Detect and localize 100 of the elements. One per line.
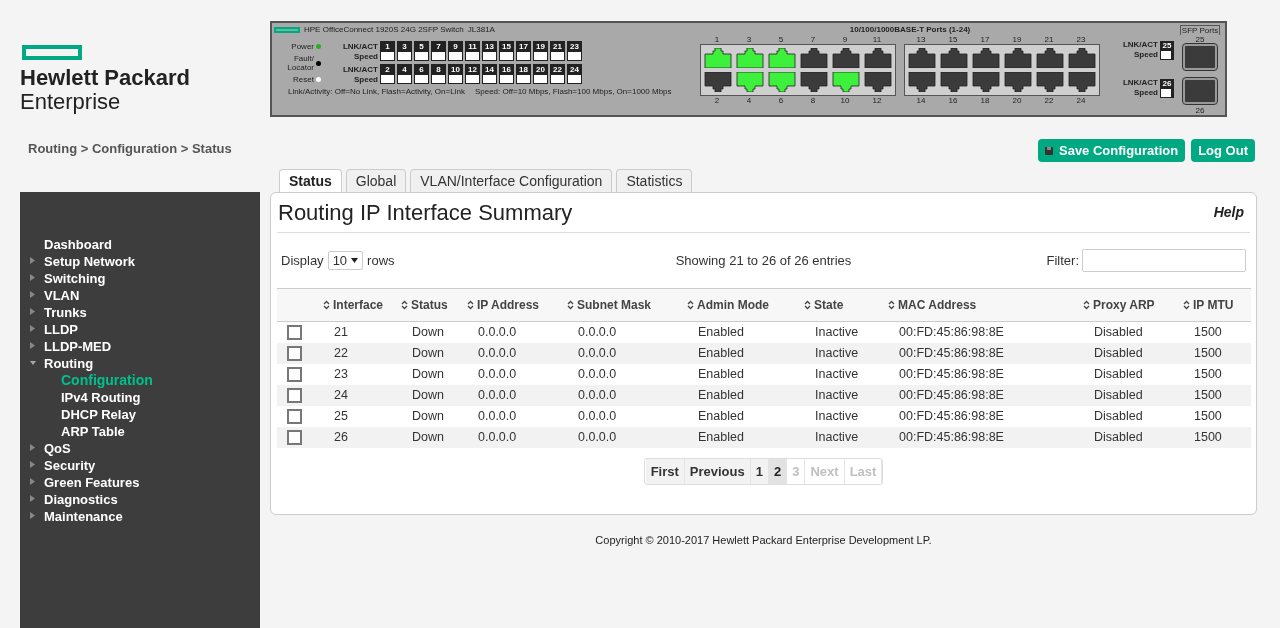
port-indicator: 23 <box>567 41 582 52</box>
table-cell: 1500 <box>1194 388 1222 403</box>
speed-led-icon <box>466 52 479 60</box>
column-header[interactable]: IP Address <box>467 296 567 314</box>
row-checkbox[interactable] <box>287 346 302 361</box>
speed-led-icon <box>1161 88 1171 97</box>
indicator-label: LNK/ACT <box>1122 40 1158 50</box>
row-checkbox[interactable] <box>287 430 302 445</box>
table-cell: 0.0.0.0 <box>478 388 517 403</box>
sidebar-subitem[interactable]: IPv4 Routing <box>61 389 141 406</box>
legend-text: Link/Activity: Off=No Link, Flash=Activity, On=Link <box>288 86 465 98</box>
entries-info: Showing 21 to 26 of 26 entries <box>675 251 852 270</box>
port-indicator: 22 <box>550 64 565 75</box>
column-header[interactable]: Interface <box>323 296 401 314</box>
page-title: Routing IP Interface Summary <box>278 200 573 226</box>
tab[interactable]: VLAN/Interface Configuration <box>410 169 613 192</box>
port-number: 5 <box>777 35 785 44</box>
port-number: 17 <box>979 35 991 44</box>
filter-field[interactable] <box>1082 249 1246 272</box>
sidebar-item[interactable]: LLDP <box>44 321 78 338</box>
speed-led-icon <box>483 75 496 83</box>
speed-led-icon <box>1161 50 1171 59</box>
sidebar-subitem[interactable]: ARP Table <box>61 423 125 440</box>
table-cell: 0.0.0.0 <box>578 388 617 403</box>
sidebar-item[interactable]: Routing <box>44 355 94 372</box>
port-indicator: 18 <box>516 64 531 75</box>
sort-icon <box>1183 300 1190 310</box>
sidebar-item[interactable]: Green Features <box>44 474 140 491</box>
table-cell: 26 <box>334 430 348 445</box>
sidebar-item[interactable]: Security <box>44 457 96 474</box>
table-cell: 00:FD:45:86:98:8E <box>899 325 1004 340</box>
speed-led-icon <box>381 75 394 83</box>
sidebar-item[interactable]: Trunks <box>44 304 87 321</box>
port-number: 23 <box>1075 35 1087 44</box>
pagination-button[interactable]: Previous <box>684 459 751 484</box>
port-number: 3 <box>745 35 753 44</box>
sidebar-item[interactable]: Maintenance <box>44 508 123 525</box>
speed-led-icon <box>534 52 547 60</box>
sidebar-item[interactable]: Diagnostics <box>44 491 118 508</box>
table-cell: Disabled <box>1094 325 1143 340</box>
rows-select[interactable]: 10 <box>327 251 364 270</box>
indicator-label: Speed <box>1134 50 1158 60</box>
row-checkbox[interactable] <box>287 409 302 424</box>
row-checkbox[interactable] <box>287 367 302 382</box>
table-cell: Disabled <box>1094 346 1143 361</box>
speed-led-icon <box>415 52 428 60</box>
column-header[interactable]: State <box>804 296 888 314</box>
port-number: 19 <box>1011 35 1023 44</box>
speed-led-icon <box>415 75 428 83</box>
port-number: 1 <box>713 35 721 44</box>
column-header[interactable]: Subnet Mask <box>567 296 687 314</box>
pagination-button[interactable]: First <box>645 459 685 484</box>
sidebar-item[interactable]: Setup Network <box>44 253 135 270</box>
table-cell: 22 <box>334 346 348 361</box>
row-checkbox[interactable] <box>287 388 302 403</box>
port-number: 26 <box>1195 106 1205 115</box>
table-cell: 0.0.0.0 <box>578 430 617 445</box>
port-number: 9 <box>841 35 849 44</box>
table-cell: Disabled <box>1094 409 1143 424</box>
breadcrumb: Routing > Configuration > Status <box>28 140 232 158</box>
port-indicator: 19 <box>533 41 548 52</box>
table-cell: 24 <box>334 388 348 403</box>
sidebar-item[interactable]: LLDP-MED <box>44 338 112 355</box>
column-header[interactable]: MAC Address <box>888 296 1083 314</box>
sidebar-subitem[interactable]: Configuration <box>61 372 153 389</box>
speed-led-icon <box>449 52 462 60</box>
help-link[interactable]: Help <box>1213 202 1244 223</box>
led-label: Power <box>290 42 314 51</box>
column-header[interactable]: IP MTU <box>1183 296 1251 314</box>
table-cell: Enabled <box>698 325 744 340</box>
column-header[interactable]: Admin Mode <box>687 296 804 314</box>
tab[interactable]: Status <box>279 169 342 192</box>
sidebar-item[interactable]: Switching <box>44 270 106 287</box>
tab[interactable]: Global <box>345 169 407 192</box>
port-number: 20 <box>1011 96 1023 105</box>
table-cell: 1500 <box>1194 325 1222 340</box>
sidebar-item[interactable]: Dashboard <box>44 236 112 253</box>
port-number: 15 <box>947 35 959 44</box>
table-cell: 1500 <box>1194 346 1222 361</box>
sidebar-subitem[interactable]: DHCP Relay <box>61 406 136 423</box>
table-cell: Enabled <box>698 409 744 424</box>
row-checkbox[interactable] <box>287 325 302 340</box>
table-cell: 1500 <box>1194 430 1222 445</box>
speed-led-icon <box>517 52 530 60</box>
column-header[interactable]: Proxy ARP <box>1083 296 1183 314</box>
speed-led-icon <box>551 52 564 60</box>
port-indicator: 7 <box>431 41 446 52</box>
port-indicator: 21 <box>550 41 565 52</box>
indicator-label: LNK/ACT <box>342 41 378 52</box>
copyright: Copyright © 2010-2017 Hewlett Packard Enterprise Development LP. <box>595 533 932 548</box>
port-indicator: 20 <box>533 64 548 75</box>
port-indicator: 10 <box>448 64 463 75</box>
table-cell: 25 <box>334 409 348 424</box>
sidebar-item[interactable]: VLAN <box>44 287 80 304</box>
port-indicator: 14 <box>482 64 497 75</box>
column-header[interactable]: Status <box>401 296 467 314</box>
table-cell: 1500 <box>1194 409 1222 424</box>
tab[interactable]: Statistics <box>616 169 693 192</box>
port-indicator: 12 <box>465 64 480 75</box>
sidebar-item[interactable]: QoS <box>44 440 71 457</box>
